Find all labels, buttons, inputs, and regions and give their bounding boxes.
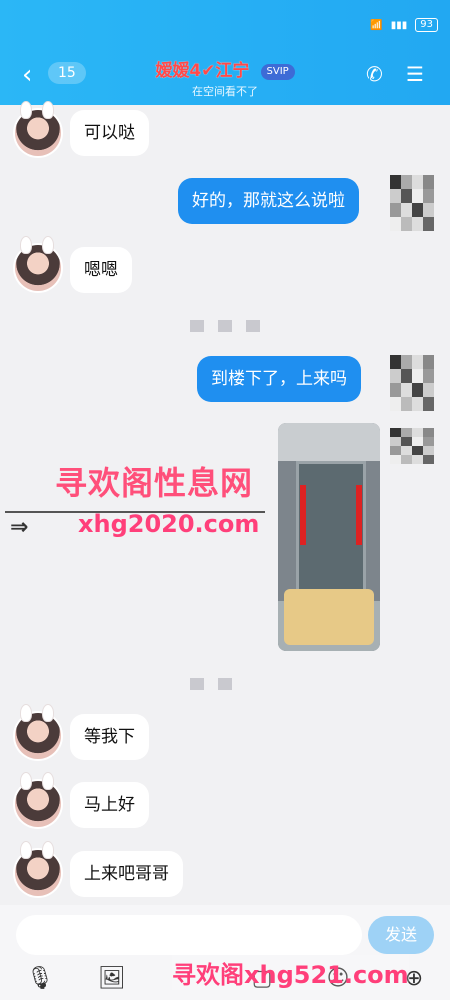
avatar[interactable] — [15, 102, 61, 156]
vip-badge: SVIP — [260, 63, 295, 80]
avatar[interactable] — [15, 705, 61, 759]
avatar[interactable] — [390, 355, 434, 411]
watermark-text: 寻欢阁性息网 — [55, 464, 254, 502]
timestamp-hidden — [190, 678, 232, 690]
contact-name: 嫒嫒4✔江宁 — [155, 61, 250, 81]
phone-icon[interactable]: ✆ — [366, 62, 383, 86]
watermark-url-bottom: 寻欢阁xhg521.com — [172, 955, 409, 990]
status-bar: 📶 ▮▮▮ 93 — [370, 18, 438, 32]
message-bubble[interactable]: 嗯嗯 — [70, 247, 132, 293]
watermark-url: xhg2020.com — [78, 510, 260, 538]
chat-header: 📶 ▮▮▮ 93 ‹ 15 嫒嫒4✔江宁 SVIP 在空间看不了 ✆ ☰ — [0, 0, 450, 105]
message-input[interactable] — [16, 915, 362, 955]
signal-icon: ▮▮▮ — [390, 19, 408, 31]
message-bubble[interactable]: 等我下 — [70, 714, 149, 760]
message-bubble[interactable]: 可以哒 — [70, 110, 149, 156]
avatar[interactable] — [15, 237, 61, 291]
arrow-right-icon: ⇒ — [10, 515, 29, 540]
photo-message[interactable] — [278, 423, 380, 651]
message-bubble[interactable]: 马上好 — [70, 782, 149, 828]
wifi-icon: 📶 — [370, 19, 383, 31]
mic-icon[interactable]: 🎙 — [22, 962, 58, 996]
send-button[interactable]: 发送 — [368, 916, 434, 954]
timestamp-hidden — [190, 320, 260, 332]
message-bubble[interactable]: 到楼下了，上来吗 — [197, 356, 361, 402]
battery-indicator: 93 — [415, 18, 438, 32]
avatar[interactable] — [15, 842, 61, 896]
avatar[interactable] — [15, 773, 61, 827]
avatar[interactable] — [390, 428, 434, 464]
avatar[interactable] — [390, 175, 434, 231]
message-bubble[interactable]: 好的，那就这么说啦 — [178, 178, 359, 224]
menu-icon[interactable]: ☰ — [406, 62, 424, 86]
message-bubble[interactable]: 上来吧哥哥 — [70, 851, 183, 897]
image-icon[interactable]: 🖼 — [94, 962, 130, 996]
